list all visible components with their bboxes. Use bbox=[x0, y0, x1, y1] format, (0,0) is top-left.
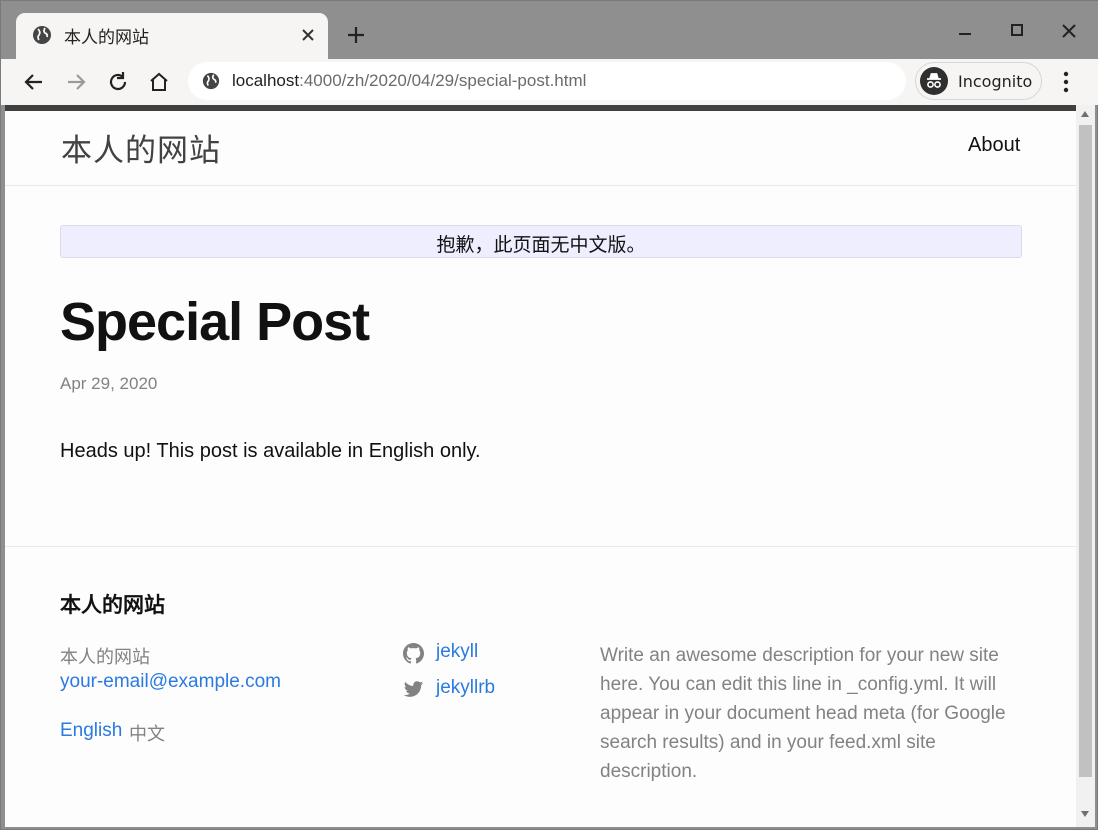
post-title: Special Post bbox=[60, 292, 370, 352]
twitter-username: jekyllrb bbox=[436, 677, 496, 698]
url-host: localhost bbox=[232, 71, 300, 90]
arrow-right-icon[interactable] bbox=[62, 68, 90, 96]
twitter-icon bbox=[403, 681, 424, 697]
page-viewport: 本人的网站 About 抱歉，此页面无中文版。 Special Post Apr… bbox=[5, 111, 1076, 827]
url-path: :4000/zh/2020/04/29/special-post.html bbox=[299, 71, 587, 90]
globe-icon[interactable] bbox=[202, 72, 220, 90]
address-bar[interactable]: localhost:4000/zh/2020/04/29/special-pos… bbox=[188, 62, 906, 100]
nav-about-link[interactable]: About bbox=[968, 134, 1020, 157]
url-text[interactable]: localhost:4000/zh/2020/04/29/special-pos… bbox=[232, 71, 586, 91]
footer-heading: 本人的网站 bbox=[60, 593, 165, 617]
language-english-link[interactable]: English bbox=[60, 720, 122, 742]
tab-strip: 本人的网站 bbox=[1, 1, 1098, 59]
footer-site-name: 本人的网站 bbox=[60, 647, 150, 668]
social-twitter-link[interactable]: jekyllrb bbox=[403, 677, 543, 701]
site-header: 本人的网站 About bbox=[5, 111, 1076, 186]
site-title-link[interactable]: 本人的网站 bbox=[61, 125, 221, 170]
reload-icon[interactable] bbox=[104, 68, 132, 96]
scrollbar-thumb[interactable] bbox=[1079, 125, 1092, 777]
post-body: Heads up! This post is available in Engl… bbox=[60, 440, 481, 462]
home-icon[interactable] bbox=[145, 68, 173, 96]
incognito-label: Incognito bbox=[958, 72, 1033, 91]
page-scrollbar[interactable] bbox=[1076, 105, 1095, 827]
site-description: Write an awesome description for your ne… bbox=[600, 645, 1006, 782]
language-chinese-current: 中文 bbox=[129, 724, 165, 745]
scroll-down-arrow-icon[interactable] bbox=[1081, 811, 1089, 817]
browser-window: 本人的网站 localhost:4000/zh/2020/04/29/speci… bbox=[0, 0, 1098, 830]
footer-email-link[interactable]: your-email@example.com bbox=[60, 671, 281, 693]
site-footer: 本人的网站 本人的网站 your-email@example.com Engli… bbox=[5, 546, 1076, 827]
scroll-up-arrow-icon[interactable] bbox=[1081, 111, 1089, 117]
incognito-icon bbox=[920, 67, 948, 95]
plus-icon[interactable] bbox=[344, 23, 368, 47]
social-github-link[interactable]: jekyll bbox=[403, 641, 543, 665]
language-notice-text: 抱歉，此页面无中文版。 bbox=[436, 234, 646, 256]
incognito-indicator[interactable]: Incognito bbox=[915, 62, 1042, 100]
arrow-left-icon[interactable] bbox=[20, 68, 48, 96]
post-date: Apr 29, 2020 bbox=[60, 374, 158, 393]
browser-tab[interactable]: 本人的网站 bbox=[16, 13, 328, 59]
tab-title: 本人的网站 bbox=[64, 28, 149, 48]
globe-icon bbox=[33, 26, 51, 44]
language-notice: 抱歉，此页面无中文版。 bbox=[60, 225, 1022, 258]
github-username: jekyll bbox=[436, 641, 479, 662]
close-icon[interactable] bbox=[298, 25, 318, 45]
kebab-menu-icon[interactable] bbox=[1054, 68, 1078, 96]
maximize-icon[interactable] bbox=[1005, 19, 1029, 43]
github-icon bbox=[403, 643, 424, 664]
minimize-icon[interactable] bbox=[953, 19, 977, 43]
close-window-icon[interactable] bbox=[1057, 19, 1081, 43]
browser-toolbar: localhost:4000/zh/2020/04/29/special-pos… bbox=[1, 59, 1098, 105]
